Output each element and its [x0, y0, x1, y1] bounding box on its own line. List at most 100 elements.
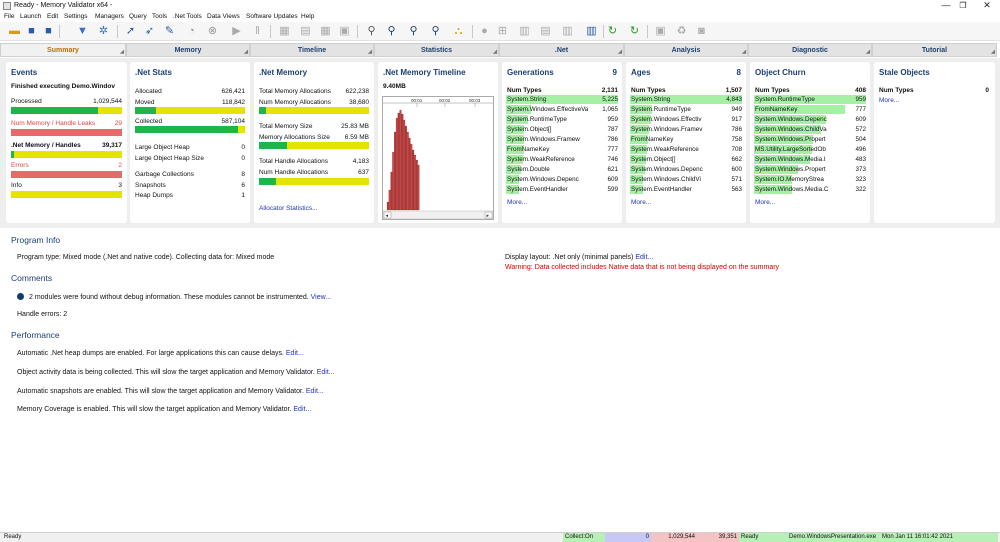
- churn-row[interactable]: System.IO.MemoryStrea 323: [754, 175, 866, 184]
- save-icon[interactable]: ■: [24, 24, 39, 39]
- network-icon[interactable]: ⛬: [451, 24, 466, 39]
- menu-file[interactable]: File: [4, 13, 14, 20]
- wait-icon[interactable]: ◔: [184, 24, 199, 39]
- menu-launch[interactable]: Launch: [20, 13, 41, 20]
- menu-data-views[interactable]: Data Views: [207, 13, 240, 20]
- inject-icon[interactable]: ➶: [142, 24, 157, 39]
- churn-more-link[interactable]: More...: [755, 199, 775, 206]
- search-icon[interactable]: ⚲: [364, 24, 379, 39]
- ages-row[interactable]: System.Windows.ChildVi 571: [630, 175, 742, 184]
- export-icon[interactable]: ▣: [653, 24, 668, 39]
- generations-row[interactable]: System.Object[] 787: [506, 125, 618, 134]
- generations-row[interactable]: System.EventHandler 599: [506, 185, 618, 194]
- attach-icon[interactable]: ✎: [162, 24, 177, 39]
- churn-row[interactable]: System.RuntimeType 959: [754, 95, 866, 104]
- ages-row[interactable]: System.EventHandler 563: [630, 185, 742, 194]
- tab-net[interactable]: .Net ◢: [499, 43, 624, 57]
- menu-managers[interactable]: Managers: [95, 13, 124, 20]
- columns-icon[interactable]: ▥: [584, 24, 599, 39]
- churn-row[interactable]: System.Windows.Propert 373: [754, 165, 866, 174]
- churn-row[interactable]: FromNameKey 777: [754, 105, 866, 114]
- play-icon[interactable]: ▶: [229, 24, 244, 39]
- leaks-label[interactable]: Num Memory / Handle Leaks: [11, 120, 95, 127]
- ages-row[interactable]: System.RuntimeType 949: [630, 105, 742, 114]
- menu-settings[interactable]: Settings: [64, 13, 88, 20]
- churn-row[interactable]: System.Windows.Propert 504: [754, 135, 866, 144]
- generations-row[interactable]: FromNameKey 777: [506, 145, 618, 154]
- search-objects-icon[interactable]: ⚲: [384, 24, 399, 39]
- stop-icon[interactable]: ⊗: [205, 24, 220, 39]
- generations-row[interactable]: System.RuntimeType 959: [506, 115, 618, 124]
- generations-row[interactable]: System.Windows.Framew 786: [506, 135, 618, 144]
- search-query-icon[interactable]: ⚲: [428, 24, 443, 39]
- open-folder-icon[interactable]: ▬: [7, 24, 22, 39]
- churn-row[interactable]: System.Windows.Depenc 609: [754, 115, 866, 124]
- perf-snapshots-edit-link[interactable]: Edit...: [306, 388, 324, 395]
- ages-row[interactable]: System.Windows.Framev 786: [630, 125, 742, 134]
- snapshot-grid-icon[interactable]: ▦: [318, 24, 333, 39]
- generations-row[interactable]: System.String 5,225: [506, 95, 618, 104]
- perf-object-activity-edit-link[interactable]: Edit...: [317, 369, 335, 376]
- menu-query[interactable]: Query: [129, 13, 147, 20]
- menu-edit[interactable]: Edit: [47, 13, 58, 20]
- churn-row[interactable]: MS.Utility.LargeSortedOb 496: [754, 145, 866, 154]
- save-as-icon[interactable]: ■: [41, 24, 56, 39]
- search-memory-icon[interactable]: ⚲: [406, 24, 421, 39]
- display-layout-edit-link[interactable]: Edit...: [635, 254, 653, 261]
- ages-row[interactable]: System.Windows.Depenc 600: [630, 165, 742, 174]
- pause-icon[interactable]: ‖: [250, 24, 265, 39]
- stale-more-link[interactable]: More...: [879, 97, 899, 104]
- ages-row[interactable]: FromNameKey 758: [630, 135, 742, 144]
- handles-label[interactable]: .Net Memory / Handles: [11, 142, 81, 149]
- ages-row[interactable]: System.Object[] 662: [630, 155, 742, 164]
- table-icon[interactable]: ▤: [298, 24, 313, 39]
- churn-row[interactable]: System.Windows.Media.C 322: [754, 185, 866, 194]
- maximize-button[interactable]: ❐: [950, 0, 976, 12]
- refresh-all-icon[interactable]: ↻: [627, 24, 642, 39]
- recycle-icon[interactable]: ♻: [674, 24, 689, 39]
- cdi-icon[interactable]: ⊞: [495, 24, 510, 39]
- bars-icon[interactable]: ▥: [560, 24, 575, 39]
- tab-statistics[interactable]: Statistics ◢: [374, 43, 499, 57]
- menu-net-tools[interactable]: .Net Tools: [173, 13, 202, 20]
- churn-row[interactable]: System.Windows.Media.I 483: [754, 155, 866, 164]
- generations-more-link[interactable]: More...: [507, 199, 527, 206]
- refresh-icon[interactable]: ↻: [605, 24, 620, 39]
- churn-row[interactable]: System.Windows.ChildVa 572: [754, 125, 866, 134]
- ages-row[interactable]: System.String 4,843: [630, 95, 742, 104]
- tab-timeline[interactable]: Timeline ◢: [250, 43, 374, 57]
- tab-analysis[interactable]: Analysis ◢: [624, 43, 748, 57]
- chart-icon[interactable]: ▥: [517, 24, 532, 39]
- timeline-chart[interactable]: 00:01 00:02 00:03 ◂ ▸: [382, 96, 494, 220]
- generations-row[interactable]: System.WeakReference 746: [506, 155, 618, 164]
- close-button[interactable]: ✕: [974, 0, 1000, 12]
- filter-icon[interactable]: ▼: [75, 24, 90, 39]
- ages-more-link[interactable]: More...: [631, 199, 651, 206]
- generations-row[interactable]: System.Windows.EffectiveVa 1,065: [506, 105, 618, 114]
- menu-tools[interactable]: Tools: [152, 13, 167, 20]
- tab-tutorial[interactable]: Tutorial ◢: [872, 43, 997, 57]
- generations-row[interactable]: System.Windows.Depenc 609: [506, 175, 618, 184]
- tab-summary[interactable]: Summary ◢: [0, 43, 126, 57]
- camera-icon[interactable]: ◙: [694, 24, 709, 39]
- truck-icon[interactable]: ▣: [337, 24, 352, 39]
- grid-icon[interactable]: ▦: [277, 24, 292, 39]
- info-label[interactable]: Info: [11, 182, 22, 189]
- tab-diagnostic[interactable]: Diagnostic ◢: [748, 43, 872, 57]
- perf-coverage-edit-link[interactable]: Edit...: [293, 406, 311, 413]
- generations-row[interactable]: System.Double 621: [506, 165, 618, 174]
- menu-help[interactable]: Help: [301, 13, 314, 20]
- list-icon[interactable]: ▤: [538, 24, 553, 39]
- ages-row[interactable]: System.Windows.Effectiv 917: [630, 115, 742, 124]
- collect-status[interactable]: Collect:On: [563, 533, 605, 542]
- drop-icon[interactable]: ●: [477, 24, 492, 39]
- tab-memory[interactable]: Memory ◢: [126, 43, 250, 57]
- modules-view-link[interactable]: View...: [311, 294, 332, 301]
- errors-label[interactable]: Errors: [11, 162, 29, 169]
- timeline-scrollbar[interactable]: [382, 210, 494, 220]
- settings-gear-icon[interactable]: ✲: [96, 24, 111, 39]
- launch-rocket-icon[interactable]: ➚: [123, 24, 138, 39]
- menu-software-updates[interactable]: Software Updates: [246, 13, 298, 20]
- perf-heap-dumps-edit-link[interactable]: Edit...: [286, 350, 304, 357]
- allocator-statistics-link[interactable]: Allocator Statistics...: [259, 205, 318, 212]
